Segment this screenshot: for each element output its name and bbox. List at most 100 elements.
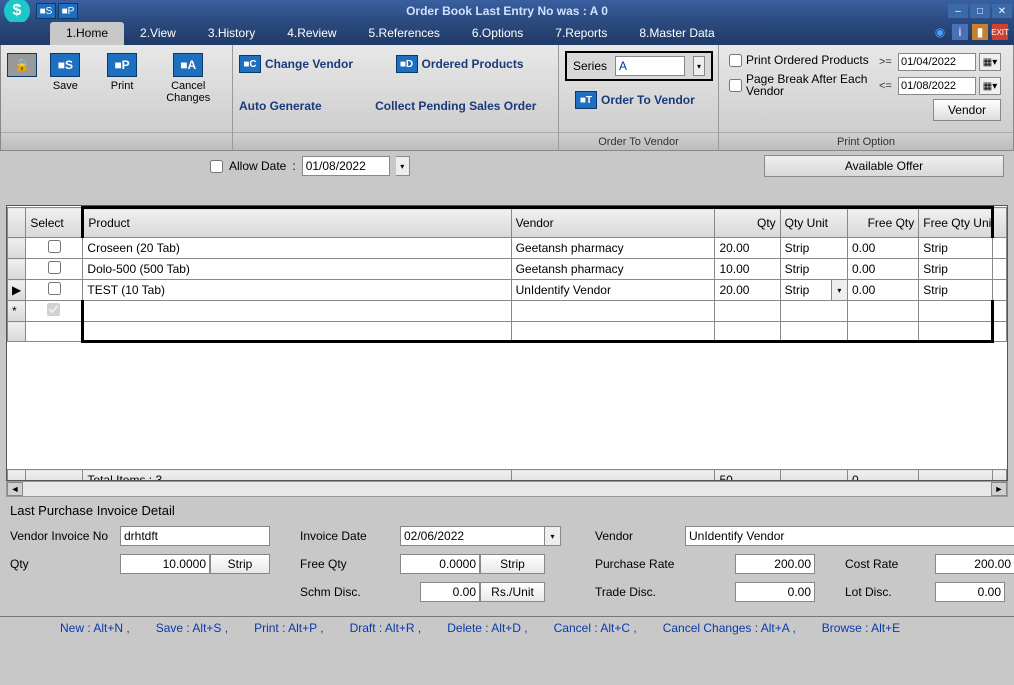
row-select-checkbox[interactable] [48,261,61,274]
ribbon: 🔒 ■SSave ■PPrint ■ACancel Changes ■CChan… [0,45,1014,151]
cell-free-qty-unit[interactable]: Strip [919,259,992,280]
shortcut-cancel-changes[interactable]: Cancel Changes : Alt+A , [663,621,796,635]
vendor-input[interactable] [685,526,1014,546]
cell-vendor[interactable]: UnIdentify Vendor [511,280,715,301]
menu-options[interactable]: 6.Options [456,22,539,45]
allow-date-label: Allow Date [229,159,286,173]
cell-free-qty[interactable]: 0.00 [847,280,918,301]
order-group-label: Order To Vendor [559,132,718,150]
allow-date-checkbox[interactable] [210,160,223,173]
footer-shortcuts: New : Alt+N , Save : Alt+S , Print : Alt… [0,617,1014,639]
calendar-icon[interactable]: ▦▾ [979,53,1001,71]
maximize-button[interactable]: □ [970,4,990,18]
cell-free-qty[interactable]: 0.00 [847,238,918,259]
shortcut-print[interactable]: Print : Alt+P , [254,621,323,635]
cell-qty-unit[interactable]: Strip [780,238,847,259]
auto-generate-button[interactable]: Auto Generate [239,99,322,113]
purchase-rate-input[interactable] [735,554,815,574]
cell-qty-unit[interactable]: Strip▾ [780,280,847,301]
cell-qty[interactable]: 20.00 [715,280,780,301]
cell-vendor[interactable]: Geetansh pharmacy [511,259,715,280]
scroll-left-icon: ◄ [7,482,23,496]
print-ordered-checkbox[interactable]: Print Ordered Products [729,53,879,67]
close-button[interactable]: ✕ [992,4,1012,18]
available-offer-button[interactable]: Available Offer [764,155,1004,177]
change-vendor-button[interactable]: ■CChange Vendor [239,55,396,73]
print-icon: ■P [107,53,137,77]
order-grid: Select Product Vendor Qty Qty Unit Free … [6,205,1008,481]
lot-disc-input[interactable] [935,582,1005,602]
vendor-invoice-no-input[interactable] [120,526,270,546]
change-vendor-icon: ■C [239,55,261,73]
print-button[interactable]: ■PPrint [94,51,151,94]
qty-label: Qty [10,557,120,571]
horizontal-scrollbar[interactable]: ◄► [6,481,1008,497]
col-qty-unit[interactable]: Qty Unit [780,208,847,238]
invoice-date-input[interactable] [400,526,545,546]
row-select-checkbox[interactable] [48,282,61,295]
order-to-vendor-button[interactable]: ■TOrder To Vendor [575,91,695,109]
minimize-button[interactable]: – [948,4,968,18]
cell-free-qty-unit[interactable]: Strip [919,238,992,259]
qty-unit-dropdown-icon[interactable]: ▾ [831,280,847,300]
col-free-qty[interactable]: Free Qty [847,208,918,238]
date-to-input[interactable] [898,77,976,95]
series-dropdown-icon[interactable]: ▾ [693,56,705,76]
col-qty[interactable]: Qty [715,208,780,238]
cell-qty-unit[interactable]: Strip [780,259,847,280]
menu-reports[interactable]: 7.Reports [539,22,623,45]
cell-vendor[interactable]: Geetansh pharmacy [511,238,715,259]
tool-icon[interactable]: ▮ [972,24,988,40]
scroll-right-icon: ► [991,482,1007,496]
col-free-qty-unit[interactable]: Free Qty Unit [919,208,992,238]
info-icon[interactable]: i [952,24,968,40]
totals-label: Total Items : 3 [83,470,511,482]
below-ribbon-row: Allow Date : ▾ Available Offer [0,151,1014,181]
cell-free-qty-unit[interactable]: Strip [919,280,992,301]
date-from-input[interactable] [898,53,976,71]
shortcut-save[interactable]: Save : Alt+S , [156,621,228,635]
collect-pending-button[interactable]: Collect Pending Sales Order [375,99,536,113]
col-product[interactable]: Product [83,208,511,238]
menu-history[interactable]: 3.History [192,22,271,45]
help-icon[interactable]: ◉ [932,24,948,40]
cell-product[interactable]: TEST (10 Tab) [83,280,511,301]
menu-master-data[interactable]: 8.Master Data [623,22,730,45]
menu-review[interactable]: 4.Review [271,22,352,45]
vendor-button[interactable]: Vendor [933,99,1001,121]
cell-qty[interactable]: 20.00 [715,238,780,259]
col-vendor[interactable]: Vendor [511,208,715,238]
cost-rate-input[interactable] [935,554,1014,574]
free-qty-input[interactable] [400,554,480,574]
shortcut-delete[interactable]: Delete : Alt+D , [447,621,527,635]
cancel-changes-button[interactable]: ■ACancel Changes [150,51,226,106]
allow-date-dropdown-icon[interactable]: ▾ [396,156,410,176]
trade-disc-input[interactable] [735,582,815,602]
detail-title: Last Purchase Invoice Detail [10,503,1004,518]
menu-references[interactable]: 5.References [353,22,456,45]
exit-icon[interactable]: EXIT [992,24,1008,40]
cell-qty[interactable]: 10.00 [715,259,780,280]
page-break-checkbox[interactable]: Page Break After Each Vendor [729,73,879,97]
calendar-icon[interactable]: ▦▾ [979,77,1001,95]
schm-disc-input[interactable] [420,582,480,602]
col-select[interactable]: Select [26,208,83,238]
qty-input[interactable] [120,554,210,574]
row-select-checkbox[interactable] [48,240,61,253]
series-box: Series ▾ [565,51,713,81]
invoice-date-dropdown-icon[interactable]: ▾ [545,526,561,546]
series-input[interactable] [615,56,685,76]
shortcut-draft[interactable]: Draft : Alt+R , [350,621,422,635]
shortcut-cancel[interactable]: Cancel : Alt+C , [554,621,637,635]
menu-view[interactable]: 2.View [124,22,192,45]
shortcut-browse[interactable]: Browse : Alt+E [822,621,900,635]
cell-product[interactable]: Croseen (20 Tab) [83,238,511,259]
cell-free-qty[interactable]: 0.00 [847,259,918,280]
invoice-date-label: Invoice Date [300,529,400,543]
allow-date-input[interactable] [302,156,390,176]
cell-product[interactable]: Dolo-500 (500 Tab) [83,259,511,280]
save-button[interactable]: ■SSave [37,51,94,94]
shortcut-new[interactable]: New : Alt+N , [60,621,130,635]
ordered-products-button[interactable]: ■DOrdered Products [396,55,553,73]
menu-home[interactable]: 1.Home [50,22,124,45]
